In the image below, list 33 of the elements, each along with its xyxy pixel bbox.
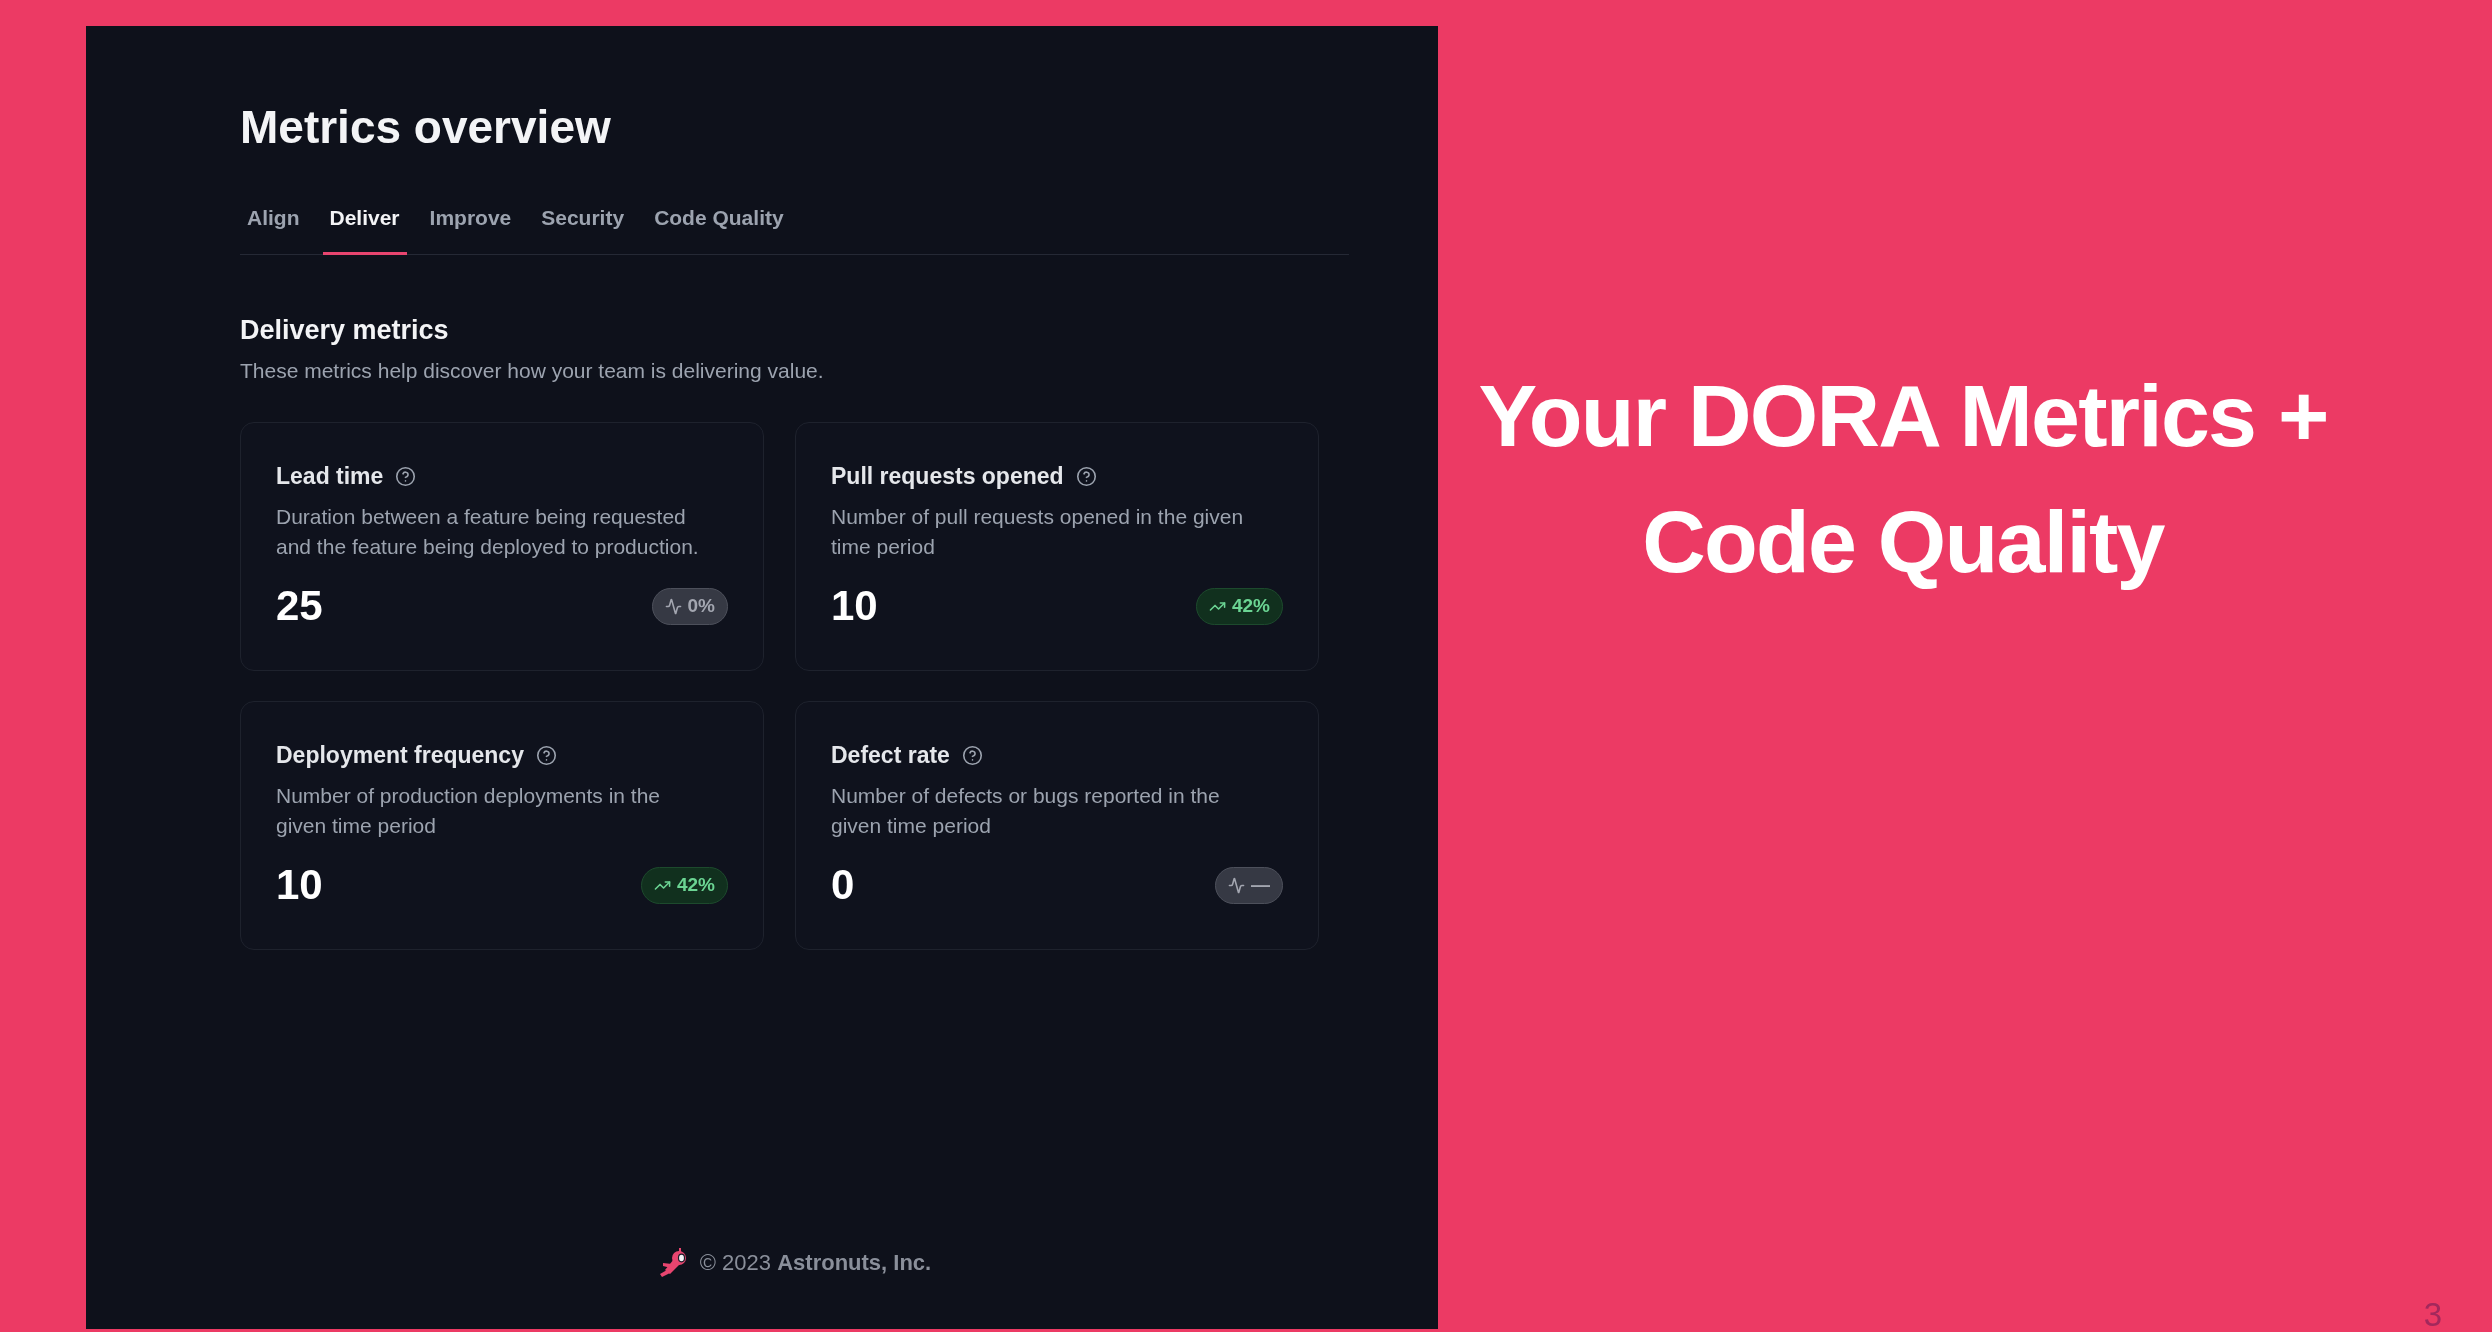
tab[interactable]: Align <box>240 204 307 255</box>
tab[interactable]: Deliver <box>322 204 407 255</box>
metric-title: Deployment frequency <box>276 741 524 770</box>
metric-value: 10 <box>276 861 323 909</box>
page-title: Metrics overview <box>240 100 612 155</box>
metric-description: Number of production deployments in the given time period <box>276 783 662 839</box>
help-icon[interactable] <box>535 744 557 766</box>
tab[interactable]: Improve <box>422 204 519 255</box>
metric-value: 0 <box>831 861 855 909</box>
help-icon[interactable] <box>1075 465 1097 487</box>
metric-title: Lead time <box>276 462 384 491</box>
trend-value: 42% <box>676 873 715 897</box>
trend-value: 42% <box>1231 594 1270 618</box>
metric-title: Pull requests opened <box>831 462 1064 491</box>
tab[interactable]: Security <box>534 204 632 255</box>
metric-description: Number of pull requests opened in the given time period <box>831 504 1245 560</box>
section-description: These metrics help discover how your team is delivering value. <box>240 358 825 384</box>
metric-title: Defect rate <box>831 741 950 770</box>
metric-value: 25 <box>276 582 323 630</box>
help-icon[interactable] <box>395 465 417 487</box>
slide-heading: Your DORA Metrics + Code Quality <box>1477 365 2329 593</box>
tab[interactable]: Code Quality <box>647 204 791 255</box>
metric-description: Number of defects or bugs reported in the given time period <box>831 783 1221 839</box>
help-icon[interactable] <box>961 744 983 766</box>
metric-description: Duration between a feature being requested and the feature being deployed to production. <box>276 504 700 560</box>
page-number: 3 <box>2423 1298 2443 1332</box>
pulse-icon <box>664 597 682 615</box>
trend-value: 0% <box>687 594 715 618</box>
pulse-icon <box>1228 876 1245 894</box>
section-title: Delivery metrics <box>240 314 450 347</box>
metric-value: 10 <box>831 582 878 630</box>
copyright-text: © 2023 Astronuts, Inc. <box>699 1249 932 1277</box>
trend-value: — <box>1251 873 1270 897</box>
